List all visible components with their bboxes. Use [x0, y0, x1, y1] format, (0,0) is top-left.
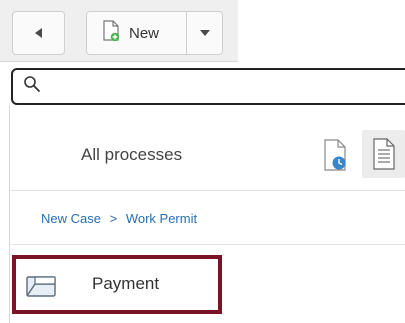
new-button-label: New	[129, 24, 160, 42]
search-input[interactable]	[45, 77, 345, 96]
all-processes-title: All processes	[81, 145, 183, 164]
new-document-icon	[101, 19, 121, 47]
breadcrumb: New Case > Work Permit	[41, 211, 197, 226]
breadcrumb-work-permit[interactable]: Work Permit	[126, 211, 197, 226]
chevron-down-icon	[199, 30, 210, 36]
back-button[interactable]	[12, 11, 65, 55]
breadcrumb-new-case[interactable]: New Case	[41, 211, 101, 226]
divider	[10, 190, 405, 191]
all-processes-row[interactable]: All processes	[10, 118, 405, 188]
breadcrumb-separator: >	[109, 211, 118, 226]
search-box[interactable]	[11, 68, 405, 105]
document-clock-icon[interactable]	[321, 138, 349, 177]
list-item-payment[interactable]: Payment	[12, 255, 222, 314]
form-window-icon	[25, 274, 57, 303]
toolbar-blank-area	[238, 0, 405, 62]
list-item-label: Payment	[92, 274, 160, 293]
triangle-left-icon	[35, 28, 42, 38]
new-button[interactable]: New	[86, 11, 187, 55]
search-icon	[23, 75, 41, 98]
divider	[10, 244, 405, 245]
new-dropdown-button[interactable]	[186, 11, 223, 55]
document-list-icon[interactable]	[362, 130, 405, 178]
toolbar: New	[0, 0, 405, 62]
